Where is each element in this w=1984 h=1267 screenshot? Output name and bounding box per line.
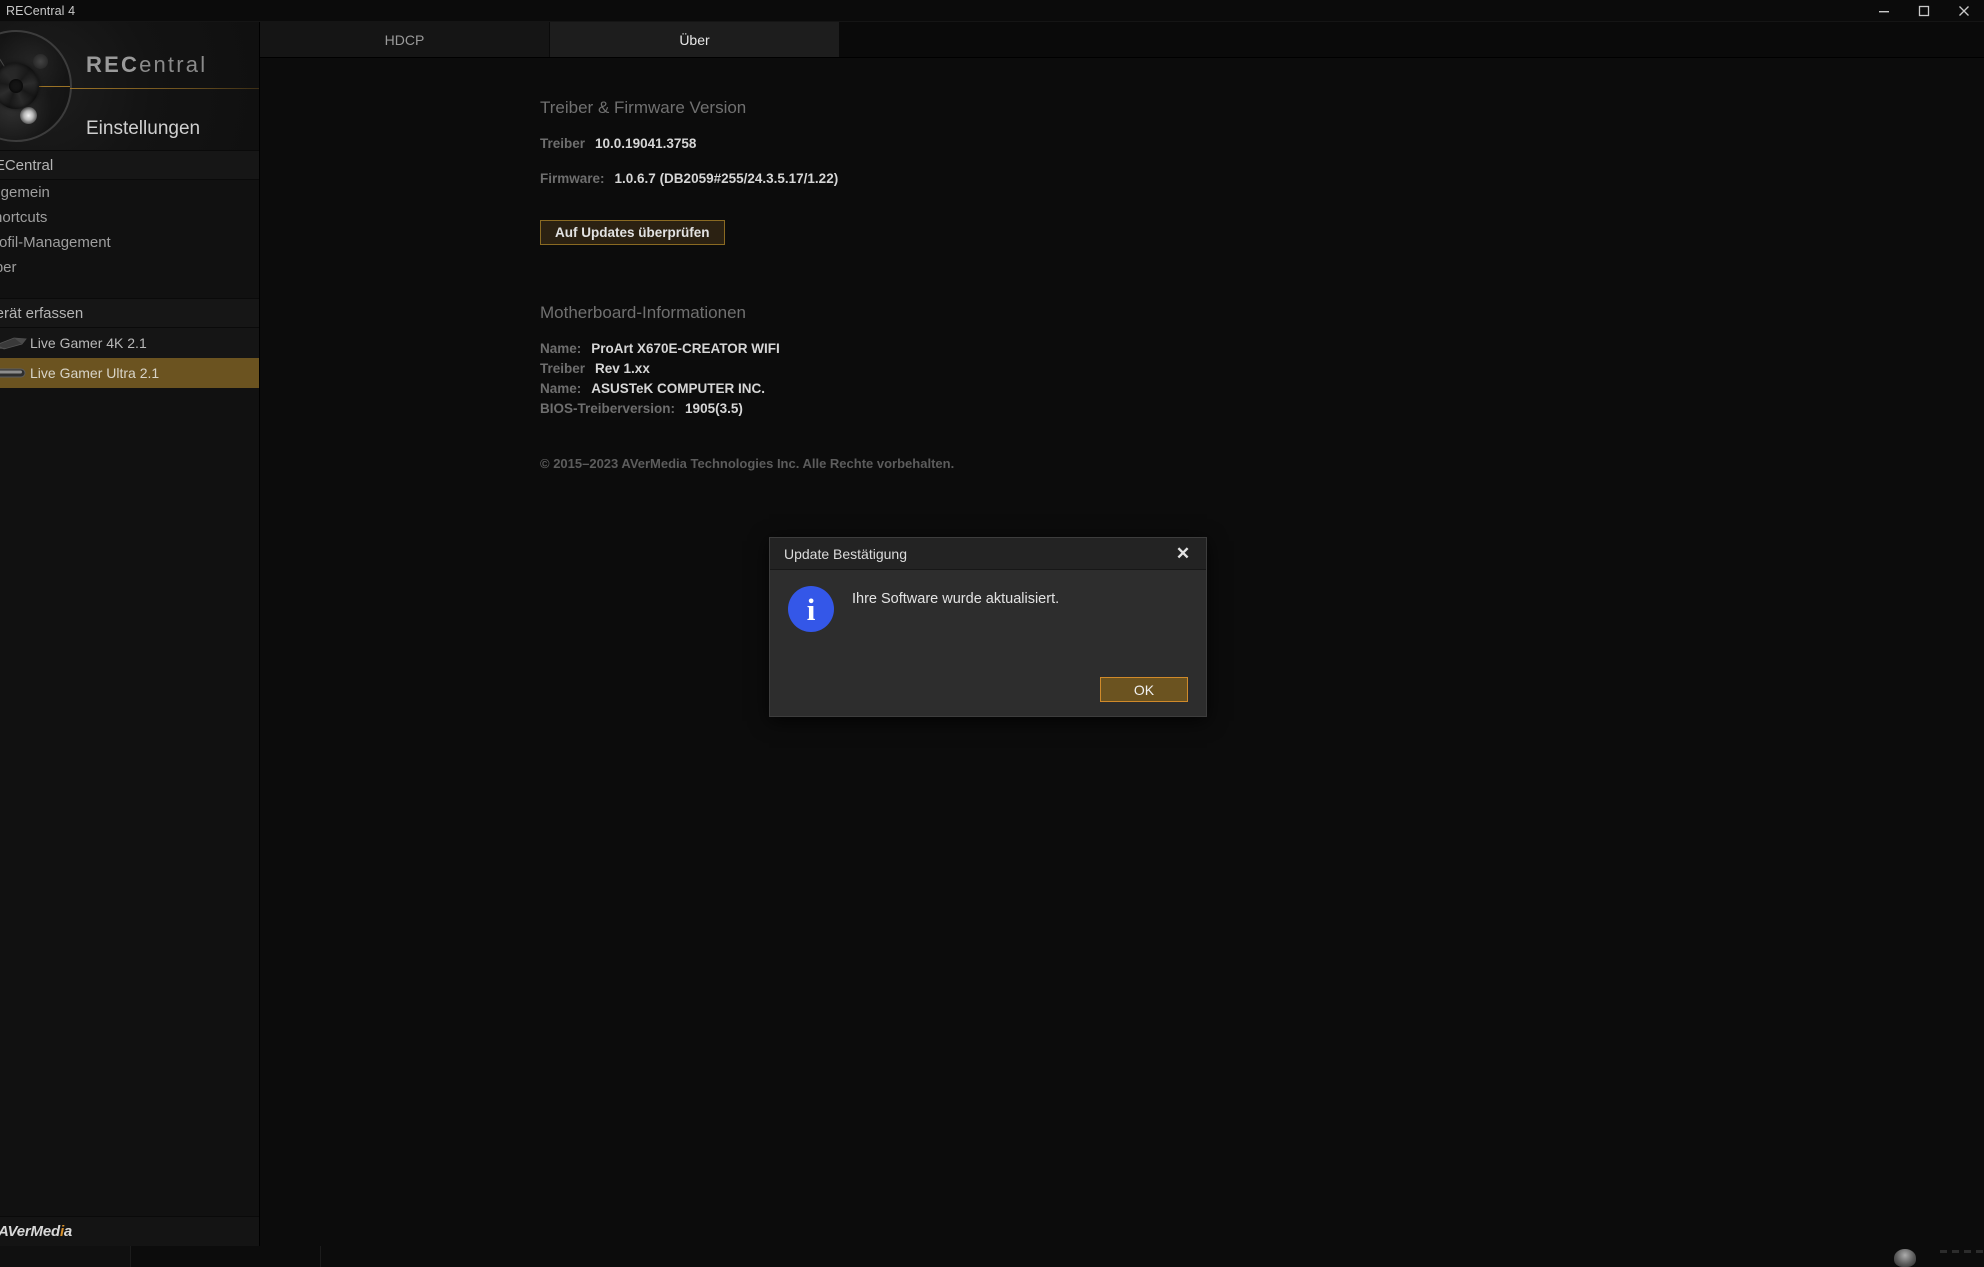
brand-header: RECentral Einstellungen (0, 22, 259, 150)
background-window-strip (0, 1245, 1984, 1267)
background-window-pane (130, 1246, 320, 1267)
background-avatar-blob (1894, 1249, 1916, 1267)
dial-pip (33, 54, 48, 69)
aperture-dial-icon[interactable] (0, 30, 72, 142)
update-confirmation-dialog: Update Bestätigung ✕ i Ihre Software wur… (769, 537, 1207, 717)
firmware-version-value: 1.0.6.7 (DB2059#255/24.3.5.17/1.22) (614, 171, 839, 186)
brand-divider (70, 88, 259, 89)
dial-pip-active (20, 107, 37, 124)
motherboard-section: Motherboard-Informationen Name: ProArt X… (540, 303, 1984, 416)
tab-strip: HDCP Über (260, 22, 1984, 58)
capture-box-icon (0, 362, 32, 384)
sidebar-device-label: Live Gamer 4K 2.1 (30, 335, 147, 351)
sidebar: RECentral Einstellungen RECentral Allgem… (0, 22, 260, 1246)
check-updates-button[interactable]: Auf Updates überprüfen (540, 220, 725, 245)
sidebar-item-ueber[interactable]: Über (0, 255, 259, 280)
copyright-text: © 2015–2023 AVerMedia Technologies Inc. … (540, 456, 955, 471)
window-controls (1864, 0, 1984, 21)
dialog-body: i Ihre Software wurde aktualisiert. OK (770, 570, 1206, 716)
nav-group-geraet-erfassen: Gerät erfassen (0, 298, 259, 328)
sidebar-device-live-gamer-ultra[interactable]: Live Gamer Ultra 2.1 (0, 358, 259, 388)
info-icon-glyph: i (806, 591, 816, 627)
motherboard-vendor-value: ASUSTeK COMPUTER INC. (591, 381, 766, 396)
motherboard-name-row: Name: ProArt X670E-CREATOR WIFI (540, 341, 1984, 356)
motherboard-vendor-key: Name: (540, 381, 582, 396)
firmware-section: Treiber & Firmware Version Treiber 10.0.… (540, 98, 1984, 245)
dialog-titlebar[interactable]: Update Bestätigung ✕ (770, 538, 1206, 570)
sidebar-item-allgemein[interactable]: Allgemein (0, 180, 259, 205)
bios-version-row: BIOS-Treiberversion: 1905(3.5) (540, 401, 1984, 416)
dialog-title: Update Bestätigung (784, 545, 907, 562)
brand-word-entral: entral (139, 52, 208, 77)
page-title: Einstellungen (86, 118, 201, 139)
brand-wordmark: RECentral (86, 52, 207, 78)
driver-version-key: Treiber (540, 136, 586, 151)
bios-version-value: 1905(3.5) (685, 401, 743, 416)
logo-part2: a (63, 1223, 73, 1240)
bios-version-key: BIOS-Treiberversion: (540, 401, 676, 416)
dialog-footer: OK (1100, 677, 1188, 702)
driver-version-value: 10.0.19041.3758 (595, 136, 697, 151)
motherboard-name-value: ProArt X670E-CREATOR WIFI (591, 341, 780, 356)
motherboard-section-title: Motherboard-Informationen (540, 303, 747, 322)
window-titlebar[interactable]: RECentral 4 (0, 0, 1984, 22)
motherboard-vendor-row: Name: ASUSTeK COMPUTER INC. (540, 381, 1984, 396)
background-window-pane (320, 1246, 1984, 1267)
driver-version-row: Treiber 10.0.19041.3758 (540, 136, 1984, 151)
minimize-icon[interactable] (1864, 0, 1904, 21)
motherboard-rev-row: Treiber Rev 1.xx (540, 361, 1984, 376)
sidebar-device-label: Live Gamer Ultra 2.1 (30, 365, 160, 381)
sidebar-footer: AVerMedia (0, 1216, 259, 1246)
firmware-section-title: Treiber & Firmware Version (540, 98, 747, 117)
sidebar-item-shortcuts[interactable]: Shortcuts (0, 205, 259, 230)
ok-button[interactable]: OK (1100, 677, 1188, 702)
nav-group-recentral: RECentral (0, 150, 259, 180)
background-dashes (1940, 1250, 1984, 1253)
dial-hub (0, 63, 39, 109)
firmware-version-key: Firmware: (540, 171, 605, 186)
close-icon[interactable]: ✕ (1168, 538, 1198, 569)
brand-word-rec: REC (86, 52, 140, 77)
capture-card-icon (0, 332, 32, 354)
tab-hdcp[interactable]: HDCP (260, 22, 550, 57)
tab-ueber[interactable]: Über (550, 22, 840, 57)
sidebar-device-live-gamer-4k[interactable]: Live Gamer 4K 2.1 (0, 328, 259, 358)
maximize-icon[interactable] (1904, 0, 1944, 21)
motherboard-name-key: Name: (540, 341, 582, 356)
logo-part1: AVerMed (0, 1223, 60, 1240)
sidebar-item-profil-management[interactable]: Profil-Management (0, 230, 259, 255)
dialog-message: Ihre Software wurde aktualisiert. (852, 591, 1060, 607)
motherboard-rev-value: Rev 1.xx (595, 361, 650, 376)
info-icon: i (788, 586, 834, 632)
firmware-version-row: Firmware: 1.0.6.7 (DB2059#255/24.3.5.17/… (540, 171, 1984, 186)
motherboard-rev-key: Treiber (540, 361, 586, 376)
avermedia-logo: AVerMedia (0, 1223, 72, 1240)
close-icon[interactable] (1944, 0, 1984, 21)
window-title: RECentral 4 (6, 3, 76, 18)
